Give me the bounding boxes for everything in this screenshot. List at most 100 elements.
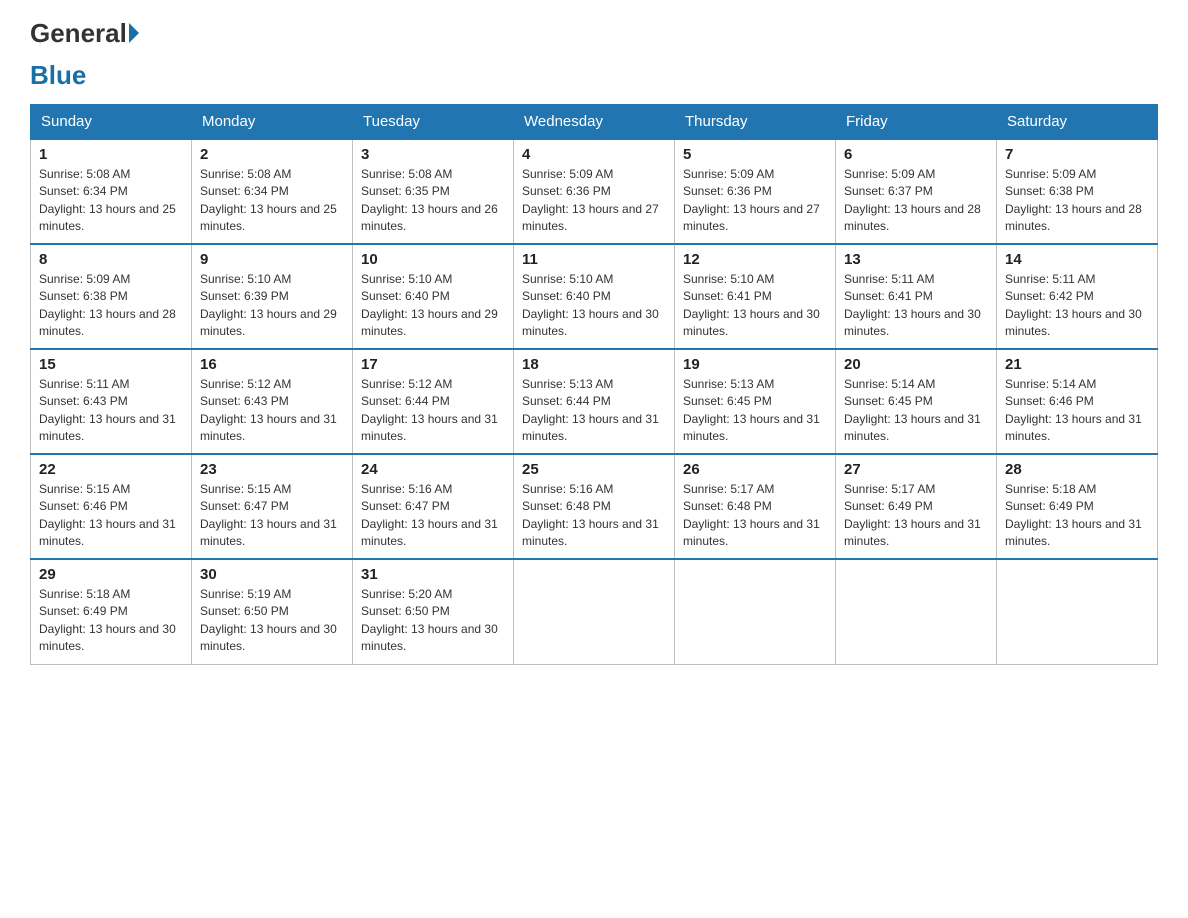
day-number: 24 [361,461,505,478]
day-info: Sunrise: 5:13 AMSunset: 6:44 PMDaylight:… [522,376,666,446]
day-number: 4 [522,146,666,163]
calendar-cell: 21 Sunrise: 5:14 AMSunset: 6:46 PMDayligh… [997,349,1158,454]
day-info: Sunrise: 5:10 AMSunset: 6:41 PMDaylight:… [683,271,827,341]
day-info: Sunrise: 5:18 AMSunset: 6:49 PMDaylight:… [1005,481,1149,551]
day-number: 8 [39,251,183,268]
day-info: Sunrise: 5:15 AMSunset: 6:47 PMDaylight:… [200,481,344,551]
day-number: 23 [200,461,344,478]
calendar-cell: 7 Sunrise: 5:09 AMSunset: 6:38 PMDaylight… [997,139,1158,244]
day-info: Sunrise: 5:15 AMSunset: 6:46 PMDaylight:… [39,481,183,551]
day-info: Sunrise: 5:11 AMSunset: 6:41 PMDaylight:… [844,271,988,341]
calendar-cell: 14 Sunrise: 5:11 AMSunset: 6:42 PMDayligh… [997,244,1158,349]
day-number: 25 [522,461,666,478]
header: General Blue [30,20,1158,88]
day-number: 21 [1005,356,1149,373]
day-number: 1 [39,146,183,163]
logo-triangle-icon [129,23,139,43]
day-info: Sunrise: 5:16 AMSunset: 6:47 PMDaylight:… [361,481,505,551]
day-number: 16 [200,356,344,373]
calendar-cell [997,559,1158,664]
calendar-cell: 22 Sunrise: 5:15 AMSunset: 6:46 PMDayligh… [31,454,192,559]
day-info: Sunrise: 5:19 AMSunset: 6:50 PMDaylight:… [200,586,344,656]
weekday-header-thursday: Thursday [675,105,836,140]
day-info: Sunrise: 5:10 AMSunset: 6:40 PMDaylight:… [361,271,505,341]
day-info: Sunrise: 5:17 AMSunset: 6:49 PMDaylight:… [844,481,988,551]
calendar-cell: 2 Sunrise: 5:08 AMSunset: 6:34 PMDaylight… [192,139,353,244]
calendar-cell: 15 Sunrise: 5:11 AMSunset: 6:43 PMDayligh… [31,349,192,454]
day-info: Sunrise: 5:10 AMSunset: 6:40 PMDaylight:… [522,271,666,341]
calendar-cell: 16 Sunrise: 5:12 AMSunset: 6:43 PMDayligh… [192,349,353,454]
calendar-cell: 18Sunrise: 5:13 AMSunset: 6:44 PMDayligh… [514,349,675,454]
calendar-week-row-5: 29Sunrise: 5:18 AMSunset: 6:49 PMDayligh… [31,559,1158,664]
calendar-week-row-1: 1 Sunrise: 5:08 AMSunset: 6:34 PMDaylight… [31,139,1158,244]
day-info: Sunrise: 5:08 AMSunset: 6:34 PMDaylight:… [200,166,344,236]
weekday-header-wednesday: Wednesday [514,105,675,140]
day-info: Sunrise: 5:09 AMSunset: 6:38 PMDaylight:… [1005,166,1149,236]
day-info: Sunrise: 5:13 AMSunset: 6:45 PMDaylight:… [683,376,827,446]
day-info: Sunrise: 5:14 AMSunset: 6:46 PMDaylight:… [1005,376,1149,446]
day-number: 10 [361,251,505,268]
day-number: 26 [683,461,827,478]
calendar-cell: 27 Sunrise: 5:17 AMSunset: 6:49 PMDayligh… [836,454,997,559]
day-number: 5 [683,146,827,163]
calendar-cell: 11 Sunrise: 5:10 AMSunset: 6:40 PMDayligh… [514,244,675,349]
day-number: 31 [361,566,505,583]
day-number: 30 [200,566,344,583]
weekday-header-sunday: Sunday [31,105,192,140]
day-info: Sunrise: 5:09 AMSunset: 6:36 PMDaylight:… [522,166,666,236]
calendar-week-row-2: 8 Sunrise: 5:09 AMSunset: 6:38 PMDaylight… [31,244,1158,349]
day-number: 11 [522,251,666,268]
calendar-cell [675,559,836,664]
calendar-cell: 25 Sunrise: 5:16 AMSunset: 6:48 PMDayligh… [514,454,675,559]
day-info: Sunrise: 5:10 AMSunset: 6:39 PMDaylight:… [200,271,344,341]
day-info: Sunrise: 5:17 AMSunset: 6:48 PMDaylight:… [683,481,827,551]
day-number: 20 [844,356,988,373]
day-number: 2 [200,146,344,163]
calendar-cell: 30 Sunrise: 5:19 AMSunset: 6:50 PMDayligh… [192,559,353,664]
calendar-cell: 1 Sunrise: 5:08 AMSunset: 6:34 PMDaylight… [31,139,192,244]
calendar-cell: 29Sunrise: 5:18 AMSunset: 6:49 PMDayligh… [31,559,192,664]
calendar-week-row-3: 15 Sunrise: 5:11 AMSunset: 6:43 PMDayligh… [31,349,1158,454]
day-info: Sunrise: 5:09 AMSunset: 6:38 PMDaylight:… [39,271,183,341]
calendar-cell [514,559,675,664]
weekday-header-friday: Friday [836,105,997,140]
logo-general-text: General [30,20,127,46]
calendar-table: SundayMondayTuesdayWednesdayThursdayFrid… [30,104,1158,665]
calendar-cell: 23 Sunrise: 5:15 AMSunset: 6:47 PMDayligh… [192,454,353,559]
day-number: 7 [1005,146,1149,163]
day-number: 6 [844,146,988,163]
calendar-cell: 17 Sunrise: 5:12 AMSunset: 6:44 PMDayligh… [353,349,514,454]
day-info: Sunrise: 5:08 AMSunset: 6:34 PMDaylight:… [39,166,183,236]
day-number: 22 [39,461,183,478]
calendar-cell: 31Sunrise: 5:20 AMSunset: 6:50 PMDayligh… [353,559,514,664]
calendar-cell: 3Sunrise: 5:08 AMSunset: 6:35 PMDaylight… [353,139,514,244]
calendar-cell: 10 Sunrise: 5:10 AMSunset: 6:40 PMDayligh… [353,244,514,349]
calendar-cell: 26 Sunrise: 5:17 AMSunset: 6:48 PMDayligh… [675,454,836,559]
weekday-header-tuesday: Tuesday [353,105,514,140]
day-number: 17 [361,356,505,373]
day-number: 3 [361,146,505,163]
calendar-cell: 8 Sunrise: 5:09 AMSunset: 6:38 PMDaylight… [31,244,192,349]
day-info: Sunrise: 5:09 AMSunset: 6:36 PMDaylight:… [683,166,827,236]
weekday-header-saturday: Saturday [997,105,1158,140]
day-number: 13 [844,251,988,268]
day-number: 14 [1005,251,1149,268]
calendar-cell: 20 Sunrise: 5:14 AMSunset: 6:45 PMDayligh… [836,349,997,454]
day-info: Sunrise: 5:11 AMSunset: 6:42 PMDaylight:… [1005,271,1149,341]
day-number: 12 [683,251,827,268]
logo: General Blue [30,20,141,88]
calendar-cell: 5 Sunrise: 5:09 AMSunset: 6:36 PMDaylight… [675,139,836,244]
calendar-cell: 24 Sunrise: 5:16 AMSunset: 6:47 PMDayligh… [353,454,514,559]
day-info: Sunrise: 5:14 AMSunset: 6:45 PMDaylight:… [844,376,988,446]
calendar-cell: 12 Sunrise: 5:10 AMSunset: 6:41 PMDayligh… [675,244,836,349]
calendar-cell: 9Sunrise: 5:10 AMSunset: 6:39 PMDaylight… [192,244,353,349]
day-info: Sunrise: 5:11 AMSunset: 6:43 PMDaylight:… [39,376,183,446]
calendar-cell: 4 Sunrise: 5:09 AMSunset: 6:36 PMDaylight… [514,139,675,244]
day-number: 15 [39,356,183,373]
calendar-cell [836,559,997,664]
day-info: Sunrise: 5:12 AMSunset: 6:44 PMDaylight:… [361,376,505,446]
day-info: Sunrise: 5:12 AMSunset: 6:43 PMDaylight:… [200,376,344,446]
day-info: Sunrise: 5:16 AMSunset: 6:48 PMDaylight:… [522,481,666,551]
day-number: 27 [844,461,988,478]
calendar-cell: 19Sunrise: 5:13 AMSunset: 6:45 PMDayligh… [675,349,836,454]
